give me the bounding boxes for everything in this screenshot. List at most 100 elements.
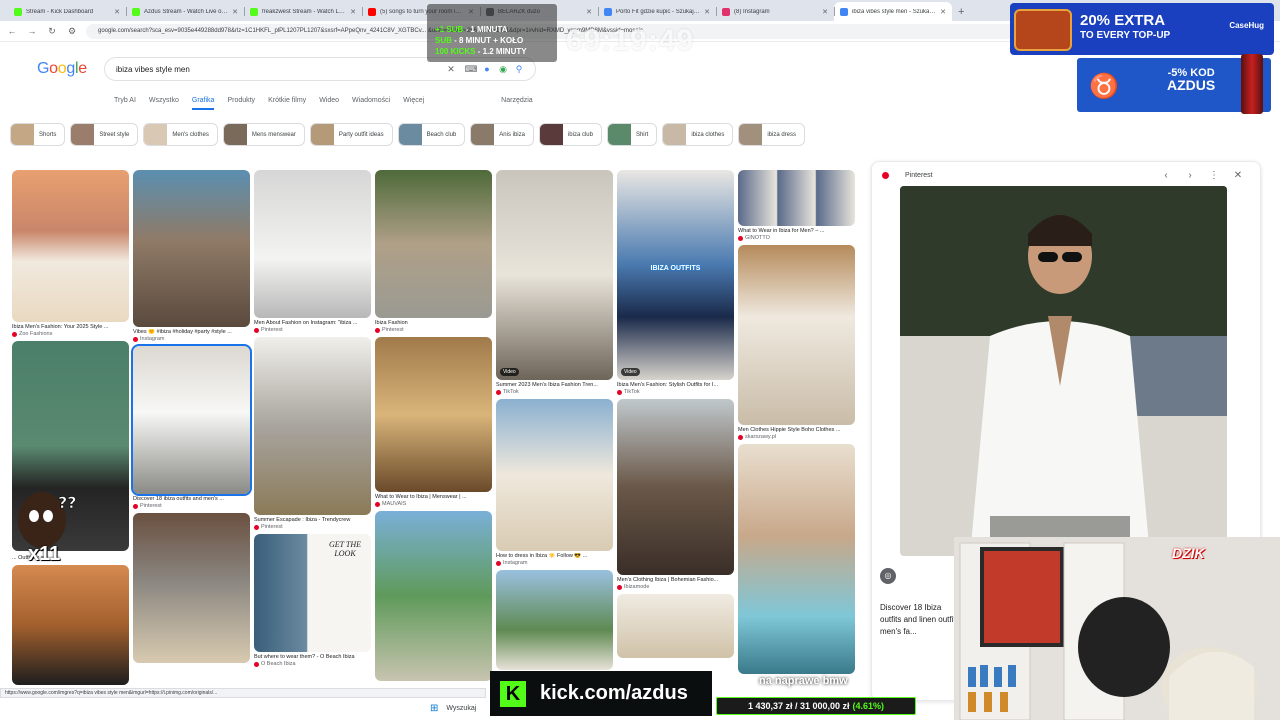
image-result[interactable]: Ibiza Fashion Pinterest (375, 170, 492, 333)
result-thumbnail[interactable]: GET THE LOOK (254, 534, 371, 652)
suggestion-chip[interactable]: ibiza club (538, 123, 602, 146)
suggestion-chip[interactable]: ibiza dress (738, 123, 806, 146)
browser-tab[interactable]: ibiza vibes style men - Szukaj w Google ✕ (834, 2, 952, 21)
suggestion-chip[interactable]: ibiza clothes (662, 123, 734, 146)
tab-close-icon[interactable]: ✕ (586, 8, 592, 16)
clear-icon[interactable]: ✕ (443, 64, 459, 75)
image-result[interactable] (12, 565, 129, 685)
result-caption[interactable]: How to dress in Ibiza ☀️ Follow 😎 ... (496, 553, 613, 559)
result-thumbnail[interactable] (133, 170, 250, 327)
suggestion-chip[interactable]: Street style (70, 123, 139, 146)
result-caption[interactable]: Ibiza Men's Fashion: Stylish Outfits for… (617, 382, 734, 388)
result-caption[interactable]: Men About Fashion on Instagram: "ibiza .… (254, 320, 371, 326)
reload-icon[interactable]: ↻ (46, 26, 58, 37)
tab-close-icon[interactable]: ✕ (704, 8, 710, 16)
result-thumbnail[interactable] (375, 170, 492, 318)
result-thumbnail[interactable] (12, 565, 129, 685)
result-caption[interactable]: Summer 2023 Men's Ibiza Fashion Tren... (496, 382, 613, 388)
result-caption[interactable]: What to Wear to Ibiza | Menswear | ... (375, 494, 492, 500)
result-caption[interactable]: Summer Escapade : Ibiza - Trendycrew (254, 517, 371, 523)
keyboard-icon[interactable]: ⌨ (463, 64, 479, 75)
result-thumbnail[interactable] (496, 570, 613, 670)
result-thumbnail[interactable]: Video (496, 170, 613, 380)
prev-icon[interactable]: ‹ (1154, 170, 1178, 181)
result-caption[interactable]: Men Clothes Hippie Style Boho Clothes ..… (738, 427, 855, 433)
image-result[interactable]: How to dress in Ibiza ☀️ Follow 😎 ... Ins… (496, 399, 613, 566)
result-thumbnail[interactable]: Video IBIZA OUTFITS (617, 170, 734, 380)
image-result[interactable]: Discover 18 ibiza outfits and men's ... P… (131, 344, 252, 509)
result-caption[interactable]: What to Wear in Ibiza for Men? – ... (738, 228, 855, 234)
image-result[interactable]: Men Clothes Hippie Style Boho Clothes ..… (738, 245, 855, 440)
tab-close-icon[interactable]: ✕ (232, 8, 238, 16)
image-result[interactable]: What to Wear to Ibiza | Menswear | ... MA… (375, 337, 492, 507)
filter-tab[interactable]: Produkty (227, 97, 255, 110)
close-icon[interactable]: ✕ (1226, 170, 1250, 181)
image-result[interactable]: Men's Clothing Ibiza | Bohemian Fashio..… (617, 399, 734, 590)
result-thumbnail[interactable] (496, 399, 613, 551)
result-thumbnail[interactable] (254, 170, 371, 318)
search-icon[interactable]: ⚲ (511, 64, 527, 75)
filter-tab[interactable]: Więcej (403, 97, 424, 110)
suggestion-chip[interactable]: Mens menswear (222, 123, 305, 146)
tab-close-icon[interactable]: ✕ (822, 8, 828, 16)
image-result[interactable] (496, 570, 613, 670)
filter-tab[interactable]: Krótkie filmy (268, 97, 306, 110)
suggestion-chip[interactable]: Men's clothes (143, 123, 218, 146)
suggestion-chip[interactable]: Beach club (397, 123, 466, 146)
result-caption[interactable]: Discover 18 ibiza outfits and men's ... (133, 496, 250, 502)
browser-tab[interactable]: (8) Instagram ✕ (716, 2, 834, 21)
filter-tab[interactable]: Wiadomości (352, 97, 390, 110)
filter-tab[interactable]: Wideo (319, 97, 339, 110)
image-result[interactable]: Ibiza Men's Fashion: Your 2025 Style ...… (12, 170, 129, 337)
info-icon[interactable]: ⚙ (66, 26, 78, 37)
image-result[interactable]: Summer Escapade : Ibiza - Trendycrew Pint… (254, 337, 371, 530)
result-caption[interactable]: But where to wear them? - O Beach Ibiza (254, 654, 371, 660)
preview-image[interactable] (900, 186, 1227, 556)
browser-tab[interactable]: Azdus Stream - Watch Live on Kick ✕ (126, 2, 244, 21)
image-result[interactable]: What to Wear in Ibiza for Men? – ... GINO… (738, 170, 855, 241)
back-icon[interactable]: ← (6, 26, 18, 36)
windows-icon[interactable]: ⊞ (430, 703, 438, 714)
result-thumbnail[interactable] (12, 170, 129, 322)
suggestion-chip[interactable]: Anis ibiza (470, 123, 534, 146)
google-logo[interactable]: Google (37, 60, 87, 78)
suggestion-chip[interactable]: Shorts (10, 123, 66, 146)
panel-caption[interactable]: Discover 18 Ibiza outfits and linen outf… (880, 602, 960, 638)
tools-button[interactable]: Narzędzia (501, 97, 533, 110)
image-result[interactable]: Video Summer 2023 Men's Ibiza Fashion Tre… (496, 170, 613, 395)
more-icon[interactable]: ⋮ (1202, 170, 1226, 181)
filter-tab[interactable]: Tryb AI (114, 97, 136, 110)
result-thumbnail[interactable] (375, 337, 492, 492)
search-input[interactable]: ibiza vibes style men (116, 65, 443, 74)
filter-tab[interactable]: Wszystko (149, 97, 179, 110)
browser-tab[interactable]: Stream - Kick Dashboard ✕ (8, 2, 126, 21)
result-caption[interactable]: Vibes 🌞 #ibiza #holiday #party #style ..… (133, 329, 250, 335)
image-result[interactable]: Men About Fashion on Instagram: "ibiza .… (254, 170, 371, 333)
browser-tab[interactable]: Porto Fit gdzie kupic - Szukaj w Google ✕ (598, 2, 716, 21)
image-result[interactable] (617, 594, 734, 658)
result-thumbnail[interactable] (375, 511, 492, 681)
result-thumbnail[interactable] (617, 399, 734, 575)
taskbar-search[interactable]: Wyszukaj (446, 705, 476, 712)
browser-tab[interactable]: freakzwest Stream - Watch Live on Kick✕ (244, 2, 362, 21)
lens-icon[interactable]: ◉ (495, 64, 511, 75)
image-result[interactable]: Vibes 🌞 #ibiza #holiday #party #style ..… (133, 170, 250, 342)
image-result[interactable]: Video IBIZA OUTFITS Ibiza Men's Fashion: S… (617, 170, 734, 395)
filter-tab[interactable]: Grafika (191, 97, 215, 110)
new-tab-button[interactable]: + (958, 6, 964, 21)
tab-close-icon[interactable]: ✕ (350, 8, 356, 16)
result-thumbnail[interactable] (738, 170, 855, 226)
tab-close-icon[interactable]: ✕ (940, 8, 946, 16)
image-result[interactable] (375, 511, 492, 681)
mic-icon[interactable]: ● (479, 64, 495, 74)
result-thumbnail[interactable] (133, 513, 250, 663)
forward-icon[interactable]: → (26, 26, 38, 36)
tab-close-icon[interactable]: ✕ (114, 8, 120, 16)
result-caption[interactable]: Men's Clothing Ibiza | Bohemian Fashio..… (617, 577, 734, 583)
result-thumbnail[interactable] (131, 344, 252, 496)
image-result[interactable] (133, 513, 250, 663)
image-result[interactable]: GET THE LOOK But where to wear them? - O … (254, 534, 371, 667)
lens-search-icon[interactable]: ◎ (880, 568, 896, 584)
panel-source[interactable]: Pinterest (905, 172, 1154, 179)
suggestion-chip[interactable]: Party outfit ideas (309, 123, 393, 146)
